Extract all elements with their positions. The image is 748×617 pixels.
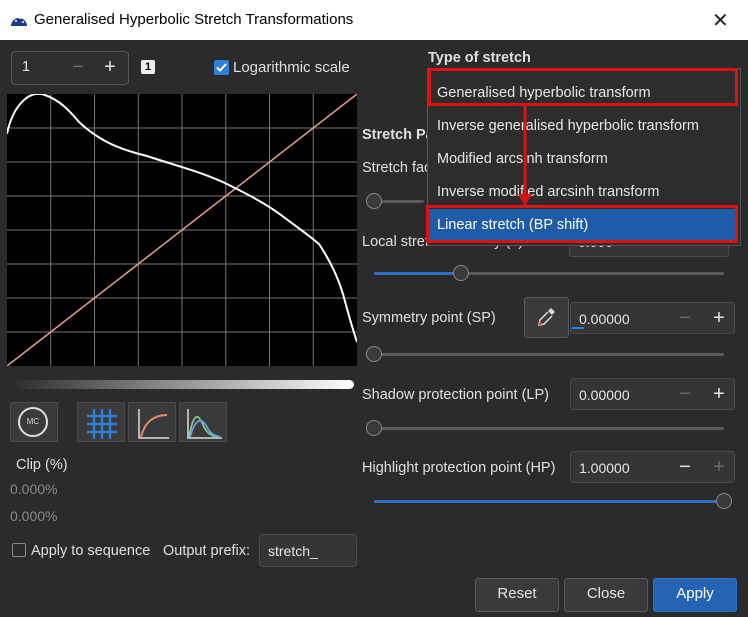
focus-underline [572, 327, 584, 329]
annotation-arrow [518, 104, 532, 206]
mc-icon: MC [18, 407, 48, 437]
log-scale-label[interactable]: Logarithmic scale [233, 59, 350, 76]
output-prefix-label: Output prefix: [163, 543, 251, 559]
curve-icon [138, 409, 169, 439]
histogram-toggle-button[interactable] [179, 402, 227, 442]
grid-toggle-button[interactable] [77, 402, 125, 442]
histogram-icon [187, 409, 222, 439]
minus-icon[interactable]: − [62, 52, 94, 84]
stretch-option-arcsinh[interactable]: Modified arcsinh transform [428, 143, 738, 176]
plus-icon[interactable]: + [703, 303, 735, 335]
history-spinner[interactable]: 1 − + [11, 51, 129, 85]
histogram-gradient-bar [9, 380, 354, 389]
close-icon[interactable]: ✕ [712, 8, 729, 33]
shadow-protection-input[interactable]: 0.00000 − + [570, 378, 735, 410]
symmetry-slider-handle[interactable] [366, 346, 382, 362]
history-badge: 1 [141, 60, 155, 74]
close-button-label: Close [586, 585, 626, 602]
local-intensity-slider-track[interactable] [374, 272, 724, 275]
clip-high-value: 0.000% [10, 508, 58, 524]
symmetry-point-label: Symmetry point (SP) [362, 310, 496, 326]
output-prefix-value[interactable]: stretch_ [268, 543, 318, 559]
reset-button-label: Reset [497, 585, 537, 602]
log-scale-checkbox[interactable] [214, 60, 229, 75]
eyedropper-icon [537, 308, 555, 326]
symmetry-point-input[interactable]: 0.00000 − + [570, 302, 735, 334]
highlight-slider-handle[interactable] [716, 493, 732, 509]
type-of-stretch-label: Type of stretch [428, 50, 531, 66]
highlight-protection-label: Highlight protection point (HP) [362, 460, 556, 476]
local-intensity-slider-handle[interactable] [453, 265, 469, 281]
history-value[interactable]: 1 [22, 59, 30, 75]
apply-to-sequence-checkbox[interactable] [12, 543, 26, 557]
plus-icon[interactable]: + [94, 52, 126, 84]
symmetry-point-value[interactable]: 0.00000 [579, 311, 630, 327]
curve-toggle-button[interactable] [128, 402, 176, 442]
highlight-slider-track[interactable] [374, 500, 724, 503]
stretch-factor-label: Stretch fac [362, 160, 432, 176]
close-button[interactable]: Close [564, 578, 648, 612]
highlight-protection-input[interactable]: 1.00000 − + [570, 451, 735, 483]
mc-button[interactable]: MC [10, 402, 58, 442]
shadow-slider-track[interactable] [374, 427, 724, 430]
mc-label: MC [26, 417, 40, 426]
clip-label: Clip (%) [16, 457, 68, 473]
grid-icon [87, 409, 117, 439]
apply-to-sequence-label[interactable]: Apply to sequence [31, 543, 150, 559]
minus-icon[interactable]: − [669, 379, 701, 411]
output-prefix-input[interactable]: stretch_ [259, 534, 357, 567]
histogram-graph[interactable] [7, 94, 357, 366]
shadow-slider-handle[interactable] [366, 420, 382, 436]
annotation-box-top [428, 68, 738, 106]
stretch-factor-slider-handle[interactable] [366, 193, 382, 209]
minus-icon[interactable]: − [669, 303, 701, 335]
stretch-params-title: Stretch Pa [362, 127, 434, 143]
clip-low-value: 0.000% [10, 481, 58, 497]
shadow-protection-value[interactable]: 0.00000 [579, 387, 630, 403]
history-badge-text: 1 [144, 61, 152, 73]
stretch-option-inverse-ght[interactable]: Inverse generalised hyperbolic transform [428, 110, 738, 143]
title-bar: Generalised Hyperbolic Stretch Transform… [0, 0, 748, 40]
minus-icon[interactable]: − [669, 452, 701, 484]
window-title: Generalised Hyperbolic Stretch Transform… [34, 11, 354, 28]
check-icon [216, 63, 227, 72]
apply-button[interactable]: Apply [653, 578, 737, 612]
highlight-protection-value[interactable]: 1.00000 [579, 460, 630, 476]
siril-app-icon [11, 17, 27, 26]
apply-button-label: Apply [676, 585, 714, 602]
annotation-box-bottom [426, 205, 738, 243]
shadow-protection-label: Shadow protection point (LP) [362, 387, 549, 403]
plus-icon[interactable]: + [703, 379, 735, 411]
eyedropper-button[interactable] [524, 297, 569, 338]
symmetry-slider-track[interactable] [374, 353, 724, 356]
reset-button[interactable]: Reset [475, 578, 559, 612]
plus-icon[interactable]: + [703, 452, 735, 484]
